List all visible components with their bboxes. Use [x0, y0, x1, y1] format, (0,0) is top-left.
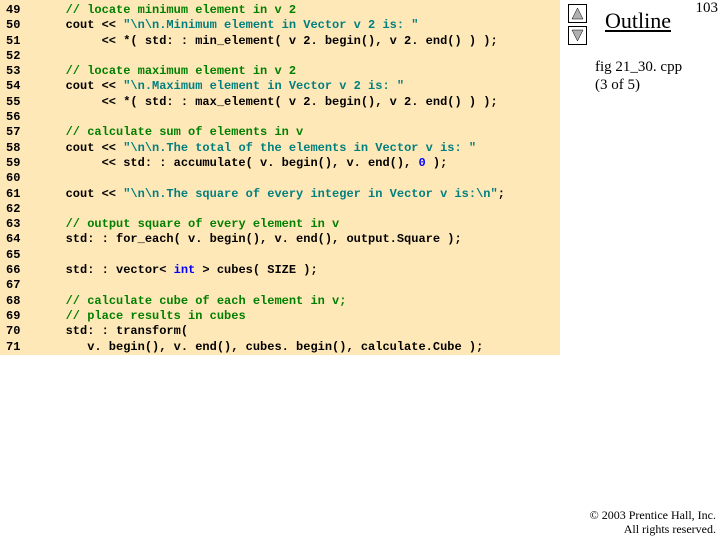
- code-line: [44, 49, 560, 64]
- code-line: cout << "\n.Maximum element in Vector v …: [44, 79, 560, 94]
- code-line: [44, 278, 560, 293]
- copyright-line2: All rights reserved.: [590, 522, 716, 536]
- line-number: 59: [6, 156, 44, 171]
- code-line: // calculate sum of elements in v: [44, 125, 560, 140]
- code-block: 4950515253545556575859606162636465666768…: [0, 0, 560, 355]
- line-number: 65: [6, 248, 44, 263]
- line-number: 64: [6, 232, 44, 247]
- line-number: 57: [6, 125, 44, 140]
- line-number: 55: [6, 95, 44, 110]
- file-name: fig 21_30. cpp: [595, 58, 682, 76]
- code-line: // calculate cube of each element in v;: [44, 294, 560, 309]
- line-number: 61: [6, 187, 44, 202]
- file-info: fig 21_30. cpp (3 of 5): [595, 58, 682, 94]
- line-number: 50: [6, 18, 44, 33]
- line-number: 62: [6, 202, 44, 217]
- line-number: 53: [6, 64, 44, 79]
- line-number: 66: [6, 263, 44, 278]
- code-line: // locate maximum element in v 2: [44, 64, 560, 79]
- code-line: [44, 171, 560, 186]
- outline-heading: Outline: [605, 8, 671, 34]
- line-numbers: 4950515253545556575859606162636465666768…: [0, 0, 44, 355]
- code-line: [44, 110, 560, 125]
- line-number: 60: [6, 171, 44, 186]
- line-number: 52: [6, 49, 44, 64]
- code-line: std: : transform(: [44, 324, 560, 339]
- code-line: cout << "\n\n.The square of every intege…: [44, 187, 560, 202]
- line-number: 70: [6, 324, 44, 339]
- line-number: 71: [6, 340, 44, 355]
- code-line: // output square of every element in v: [44, 217, 560, 232]
- copyright: © 2003 Prentice Hall, Inc. All rights re…: [590, 508, 716, 536]
- line-number: 58: [6, 141, 44, 156]
- line-number: 51: [6, 34, 44, 49]
- code-line: cout << "\n\n.Minimum element in Vector …: [44, 18, 560, 33]
- line-number: 68: [6, 294, 44, 309]
- arrow-down-button[interactable]: [568, 26, 587, 45]
- line-number: 67: [6, 278, 44, 293]
- arrow-down-icon: [571, 29, 584, 42]
- code-line: << *( std: : max_element( v 2. begin(), …: [44, 95, 560, 110]
- code-line: // locate minimum element in v 2: [44, 3, 560, 18]
- code-lines: // locate minimum element in v 2 cout <<…: [44, 0, 560, 355]
- line-number: 69: [6, 309, 44, 324]
- arrow-up-button[interactable]: [568, 4, 587, 23]
- line-number: 49: [6, 3, 44, 18]
- arrow-up-icon: [571, 7, 584, 20]
- code-line: // place results in cubes: [44, 309, 560, 324]
- page-number: 103: [696, 0, 719, 17]
- line-number: 54: [6, 79, 44, 94]
- code-line: v. begin(), v. end(), cubes. begin(), ca…: [44, 340, 560, 355]
- nav-arrows: [568, 4, 587, 45]
- line-number: 63: [6, 217, 44, 232]
- code-line: << *( std: : min_element( v 2. begin(), …: [44, 34, 560, 49]
- code-line: [44, 248, 560, 263]
- code-line: << std: : accumulate( v. begin(), v. end…: [44, 156, 560, 171]
- file-page: (3 of 5): [595, 76, 682, 94]
- line-number: 56: [6, 110, 44, 125]
- copyright-line1: © 2003 Prentice Hall, Inc.: [590, 508, 716, 522]
- code-line: std: : for_each( v. begin(), v. end(), o…: [44, 232, 560, 247]
- code-line: std: : vector< int > cubes( SIZE );: [44, 263, 560, 278]
- code-line: [44, 202, 560, 217]
- code-line: cout << "\n\n.The total of the elements …: [44, 141, 560, 156]
